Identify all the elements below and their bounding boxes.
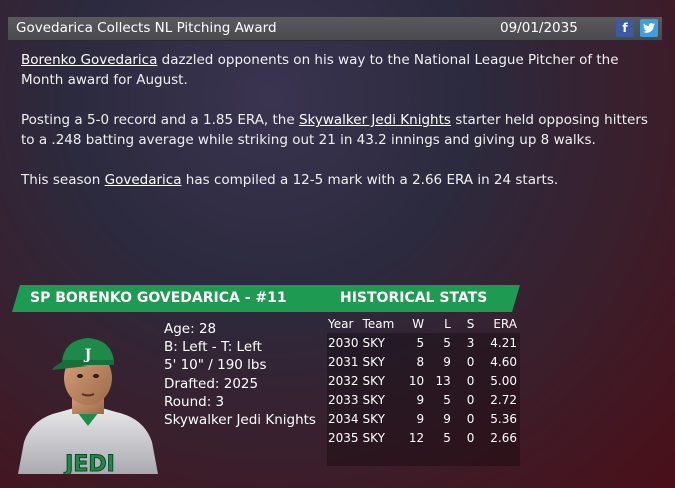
col-year: Year: [328, 317, 354, 331]
table-row-empty: [327, 447, 520, 466]
player-round: Round: 3: [164, 393, 225, 410]
historical-stats-heading: HISTORICAL STATS: [340, 290, 488, 306]
cell-team: SKY: [362, 354, 385, 369]
player-title-bar: SP BORENKO GOVEDARICA - #11 HISTORICAL S…: [12, 285, 520, 312]
table-row: 2034 SKY 9 9 0 5.36: [327, 409, 520, 428]
cell-era: 4.60: [490, 354, 517, 369]
news-header: Govedarica Collects NL Pitching Award 09…: [8, 17, 662, 41]
cell-era: 5.00: [490, 373, 517, 388]
news-title: Govedarica Collects NL Pitching Award: [16, 20, 277, 36]
cell-team: SKY: [362, 373, 385, 388]
player-bats-throws: B: Left - T: Left: [164, 339, 262, 356]
cell-year: 2035: [328, 430, 359, 445]
twitter-bird-icon: [643, 23, 655, 33]
cell-year: 2030: [328, 335, 359, 350]
cell-year: 2031: [328, 354, 359, 369]
cell-team: SKY: [362, 335, 385, 350]
col-wins: W: [412, 317, 425, 331]
cell-saves: 3: [466, 335, 475, 350]
cell-losses: 9: [443, 354, 451, 369]
facebook-share-icon[interactable]: f: [616, 19, 634, 37]
article-text: Posting a 5-0 record and a 1.85 ERA, the: [21, 112, 299, 128]
cell-losses: 5: [443, 335, 451, 350]
col-era: ERA: [493, 317, 517, 331]
team-link[interactable]: Skywalker Jedi Knights: [299, 112, 451, 128]
svg-text:J: J: [83, 347, 92, 363]
cell-losses: 13: [435, 373, 451, 388]
player-info: Age: 28 B: Left - T: Left 5' 10" / 190 l…: [164, 320, 316, 429]
player-drafted: Drafted: 2025: [164, 375, 259, 392]
col-losses: L: [444, 317, 451, 331]
cell-wins: 10: [408, 373, 425, 388]
player-height-weight: 5' 10" / 190 lbs: [164, 357, 267, 374]
table-row: 2033 SKY 9 5 0 2.72: [327, 390, 520, 409]
cell-era: 4.21: [490, 335, 517, 350]
cell-saves: 0: [466, 430, 475, 445]
table-row: 2031 SKY 8 9 0 4.60: [327, 352, 520, 371]
cell-losses: 9: [443, 411, 451, 426]
cell-wins: 9: [416, 392, 425, 407]
cell-era: 2.72: [490, 392, 517, 407]
player-team: Skywalker Jedi Knights: [164, 412, 316, 429]
col-saves: S: [466, 317, 475, 331]
news-article: Borenko Govedarica dazzled opponents on …: [21, 50, 661, 210]
col-team: Team: [362, 317, 395, 331]
cell-year: 2033: [328, 392, 359, 407]
cell-team: SKY: [362, 411, 385, 426]
article-paragraph-1: Borenko Govedarica dazzled opponents on …: [21, 50, 661, 90]
cell-losses: 5: [443, 430, 451, 445]
article-text: has compiled a 12-5 mark with a 2.66 ERA…: [181, 172, 559, 188]
player-link[interactable]: Borenko Govedarica: [21, 52, 157, 68]
cell-wins: 9: [416, 411, 425, 426]
table-row: 2032 SKY 10 13 0 5.00: [327, 371, 520, 390]
cell-team: SKY: [362, 392, 385, 407]
cell-saves: 0: [466, 411, 475, 426]
cell-year: 2034: [328, 411, 359, 426]
player-link[interactable]: Govedarica: [105, 172, 182, 188]
stats-header-row: Year Team W L S ERA: [327, 315, 520, 333]
article-paragraph-3: This season Govedarica has compiled a 12…: [21, 170, 661, 190]
player-name-heading[interactable]: SP BORENKO GOVEDARICA - #11: [30, 290, 287, 306]
cell-wins: 8: [416, 354, 425, 369]
twitter-share-icon[interactable]: [640, 19, 658, 37]
cell-losses: 5: [443, 392, 451, 407]
player-portrait: J JEDI: [14, 314, 162, 478]
cell-wins: 12: [408, 430, 425, 445]
historical-stats-table: Year Team W L S ERA 2030 SKY 5 5 3 4.21 …: [327, 315, 520, 466]
cell-era: 5.36: [490, 411, 517, 426]
table-row: 2035 SKY 12 5 0 2.66: [327, 428, 520, 447]
cell-saves: 0: [466, 392, 475, 407]
cell-wins: 5: [416, 335, 425, 350]
cell-year: 2032: [328, 373, 359, 388]
cell-saves: 0: [466, 354, 475, 369]
table-row: 2030 SKY 5 5 3 4.21: [327, 333, 520, 352]
player-age: Age: 28: [164, 321, 217, 337]
article-text: This season: [21, 172, 105, 188]
article-paragraph-2: Posting a 5-0 record and a 1.85 ERA, the…: [21, 110, 661, 150]
player-avatar-icon: J JEDI: [18, 338, 158, 478]
cell-saves: 0: [466, 373, 475, 388]
cell-team: SKY: [362, 430, 385, 445]
jersey-lettering: JEDI: [63, 452, 115, 474]
news-date: 09/01/2035: [500, 20, 578, 36]
cell-era: 2.66: [490, 430, 517, 445]
